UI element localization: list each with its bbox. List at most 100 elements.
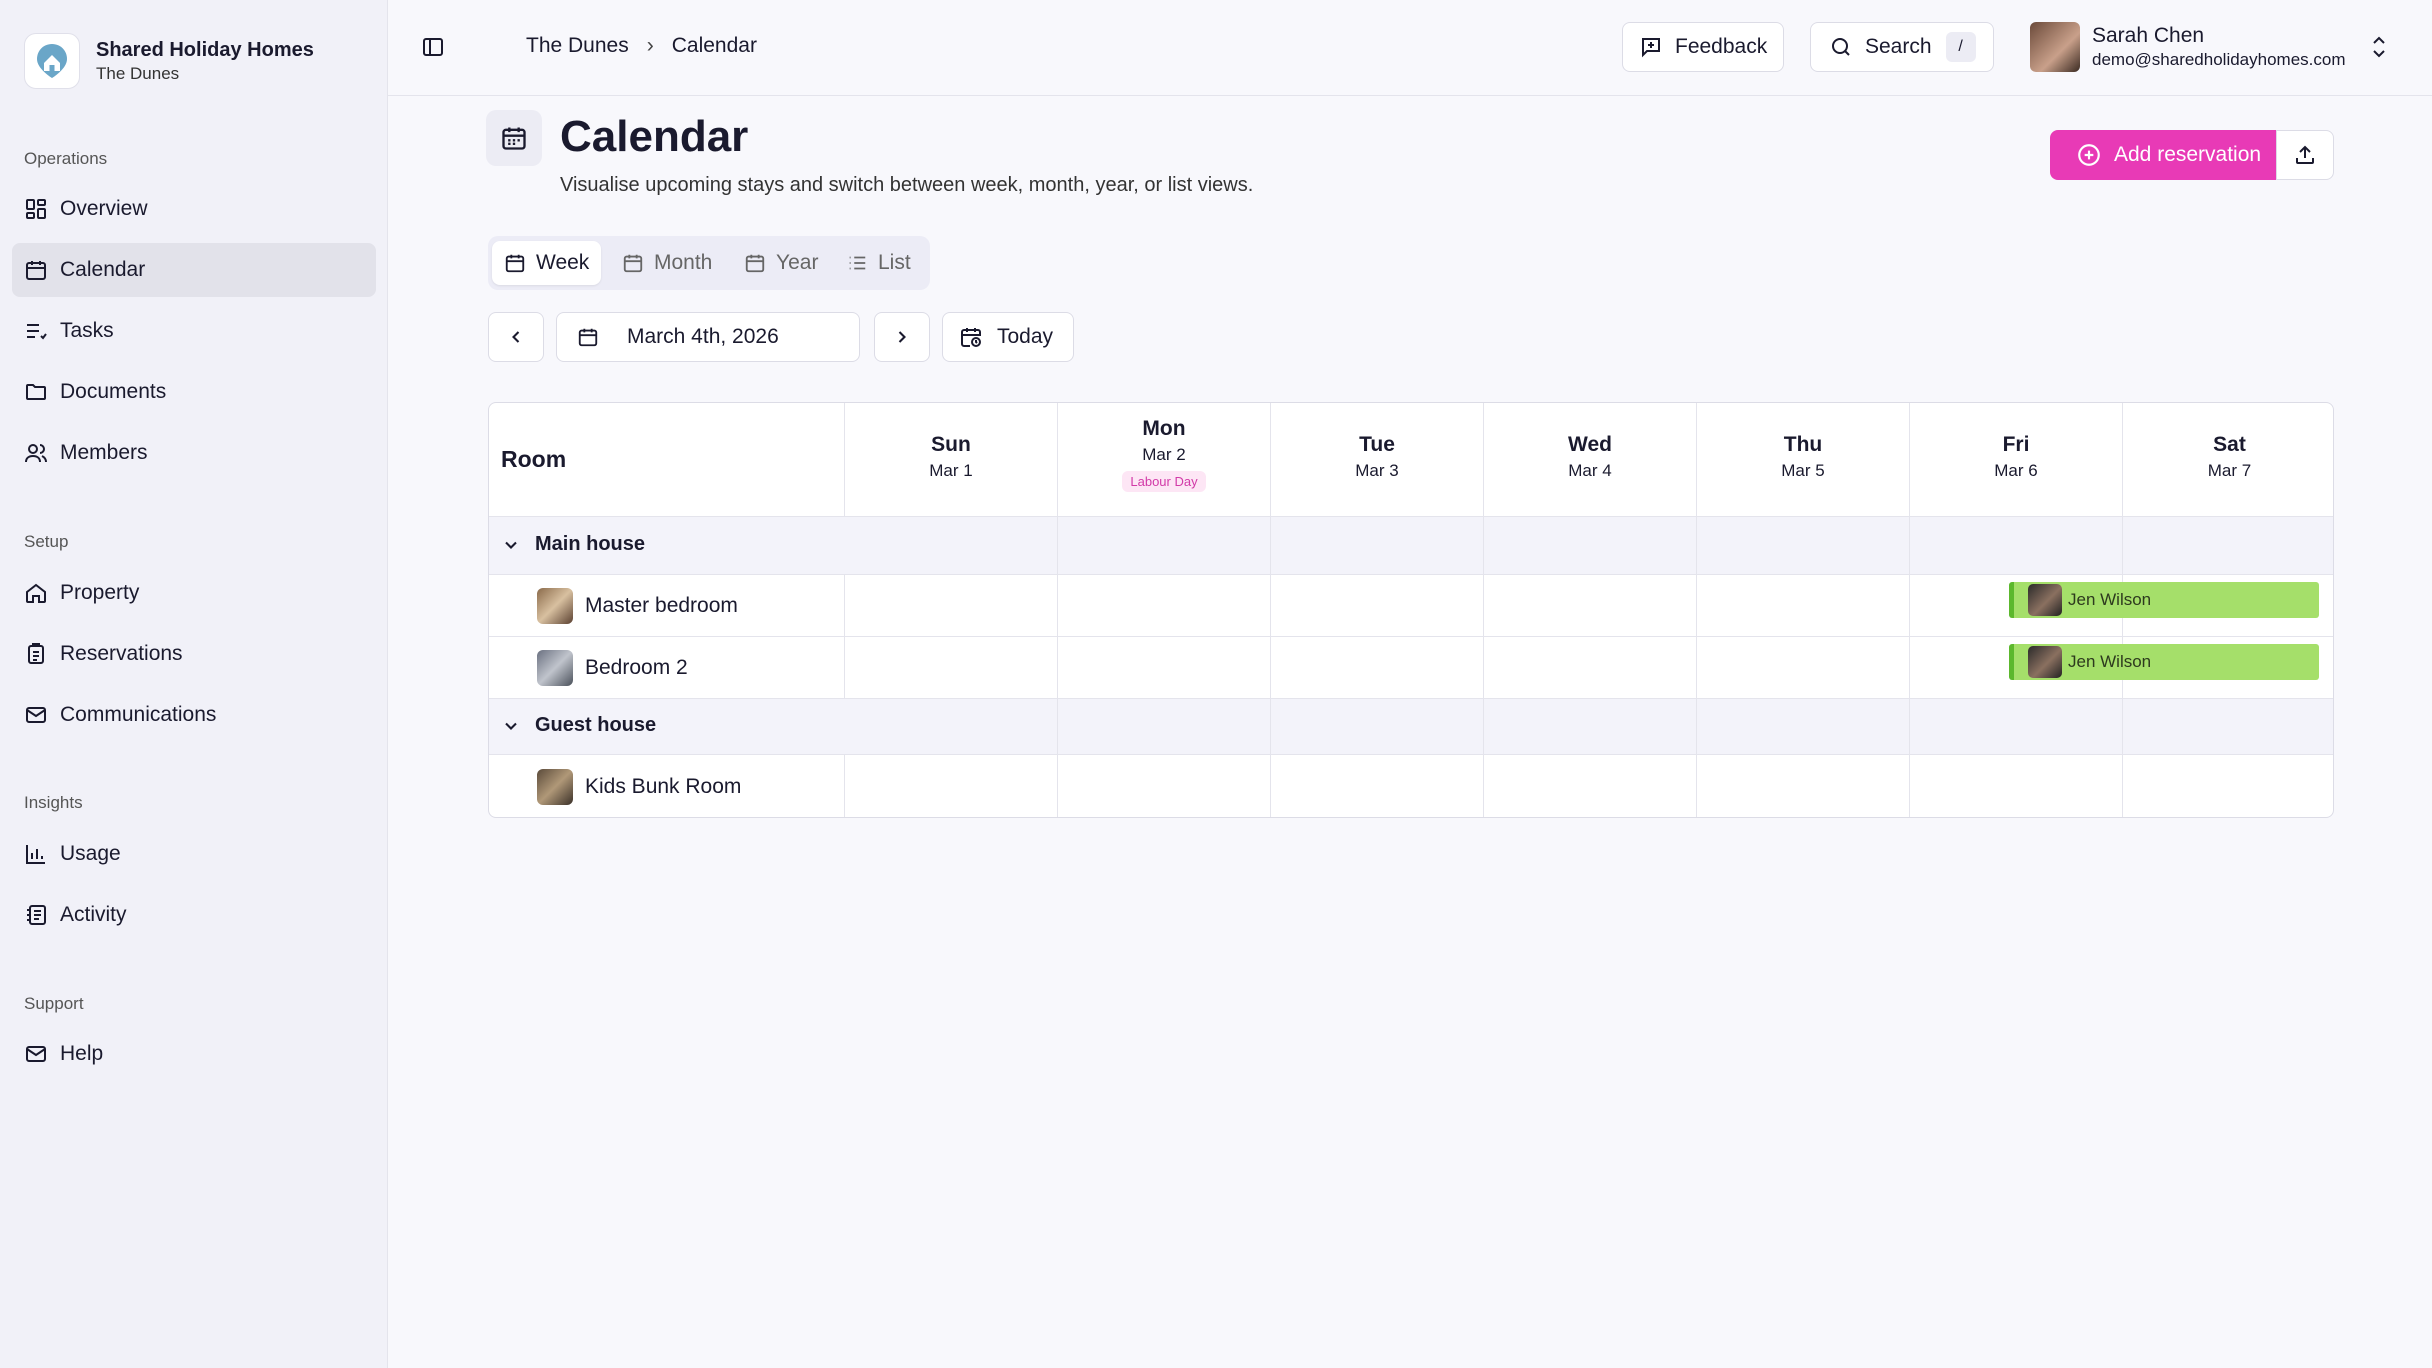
tab-list[interactable]: List [834,241,923,285]
room-master-bedroom[interactable]: Master bedroom [537,588,738,624]
day-cell[interactable] [845,637,1058,699]
room-bedroom-2[interactable]: Bedroom 2 [537,650,688,686]
tab-label: Month [654,251,713,274]
sidebar-item-help[interactable]: Help [12,1027,376,1081]
day-cell[interactable] [1697,575,1910,637]
sidebar-item-property[interactable]: Property [12,566,376,620]
room-photo [537,650,573,686]
day-header-thu: Thu Mar 5 [1697,403,1910,517]
search-shortcut: / [1945,32,1976,62]
day-cell[interactable] [845,755,1058,817]
room-column-header: Room [489,403,845,517]
today-label: Today [997,325,1054,348]
today-button[interactable]: Today [942,312,1074,362]
nav-section-support: Support [24,994,84,1013]
day-cell[interactable] [845,575,1058,637]
add-reservation-button[interactable]: Add reservation [2050,130,2276,180]
room-photo [537,588,573,624]
day-header-mon: Mon Mar 2 Labour Day [1058,403,1271,517]
day-date: Mar 4 [1568,461,1612,480]
day-cell[interactable] [1484,637,1697,699]
sidebar-item-tasks[interactable]: Tasks [12,304,376,358]
date-picker[interactable]: March 4th, 2026 [556,312,860,362]
breadcrumb-property[interactable]: The Dunes [526,34,629,58]
prev-week-button[interactable] [488,312,544,362]
user-menu[interactable]: Sarah Chen demo@sharedholidayhomes.com [2030,22,2390,72]
sidebar-item-usage[interactable]: Usage [12,827,376,881]
sidebar-item-label: Help [60,1042,104,1065]
calendar-icon [623,254,643,273]
day-cell[interactable] [1271,575,1484,637]
view-switcher: Week Month Year List [488,236,930,290]
day-cell[interactable] [1910,699,2123,755]
breadcrumb-current: Calendar [671,34,757,57]
day-cell[interactable] [1058,637,1271,699]
day-cell[interactable] [1697,637,1910,699]
day-name: Sat [2213,433,2246,456]
sidebar-item-label: Property [60,581,140,604]
nav-section-operations: Operations [24,149,108,168]
tab-label: Year [776,251,819,274]
mail-icon [26,1046,46,1062]
export-button[interactable] [2276,130,2334,180]
sidebar-item-calendar[interactable]: Calendar [12,243,376,297]
next-week-button[interactable] [874,312,930,362]
bar-chart-icon [26,845,45,864]
chevron-right-icon [898,331,906,343]
day-cell[interactable] [1058,699,1271,755]
day-cell[interactable] [1484,699,1697,755]
sidebar-item-documents[interactable]: Documents [12,365,376,419]
tasks-icon [27,324,47,340]
sidebar-item-label: Members [60,441,148,464]
tab-year[interactable]: Year [732,241,830,285]
day-cell[interactable] [845,699,1058,755]
day-header-sun: Sun Mar 1 [845,403,1058,517]
day-cell[interactable] [845,517,1058,575]
week-calendar-grid: Room Sun Mar 1 Mon Mar 2 Labour Day Tue Mar … [488,402,2334,818]
sidebar-toggle-button[interactable] [416,30,450,64]
day-cell[interactable] [1910,517,2123,575]
user-email: demo@sharedholidayhomes.com [2092,50,2346,69]
day-cell[interactable] [1697,755,1910,817]
group-toggle-main-house[interactable]: Main house [501,533,645,556]
day-cell[interactable] [1484,575,1697,637]
sidebar-item-communications[interactable]: Communications [12,688,376,742]
day-cell[interactable] [2123,755,2333,817]
sidebar-item-label: Documents [60,380,167,403]
booking-bedroom-2[interactable]: Jen Wilson [2009,644,2319,680]
room-name: Master bedroom [585,594,738,617]
feedback-button[interactable]: Feedback [1622,22,1784,72]
sidebar-item-label: Activity [60,903,127,926]
booking-master-bedroom[interactable]: Jen Wilson [2009,582,2319,618]
day-name: Sun [931,433,971,456]
day-cell[interactable] [1697,517,1910,575]
room-kids-bunk-room[interactable]: Kids Bunk Room [537,769,741,805]
day-cell[interactable] [1484,755,1697,817]
search-button[interactable]: Search / [1810,22,1994,72]
day-cell[interactable] [1058,575,1271,637]
sidebar-toggle-icon [423,38,443,56]
sidebar-item-overview[interactable]: Overview [12,182,376,236]
day-cell[interactable] [1058,517,1271,575]
day-cell[interactable] [1484,517,1697,575]
day-cell[interactable] [1910,755,2123,817]
add-reservation-label: Add reservation [2114,143,2262,166]
day-cell[interactable] [2123,699,2333,755]
home-icon [26,583,46,603]
chevron-left-icon [512,331,520,343]
sidebar-item-members[interactable]: Members [12,426,376,480]
sidebar-item-activity[interactable]: Activity [12,888,376,942]
day-cell[interactable] [1058,755,1271,817]
day-cell[interactable] [1697,699,1910,755]
brand[interactable]: Shared Holiday Homes The Dunes [24,33,314,89]
tab-month[interactable]: Month [610,241,724,285]
group-toggle-guest-house[interactable]: Guest house [501,714,656,737]
tab-week[interactable]: Week [492,241,602,285]
day-cell[interactable] [1271,517,1484,575]
day-cell[interactable] [1271,755,1484,817]
day-cell[interactable] [2123,517,2333,575]
sidebar-item-reservations[interactable]: Reservations [12,627,376,681]
day-cell[interactable] [1271,637,1484,699]
day-cell[interactable] [1271,699,1484,755]
calendar-icon [578,328,598,347]
